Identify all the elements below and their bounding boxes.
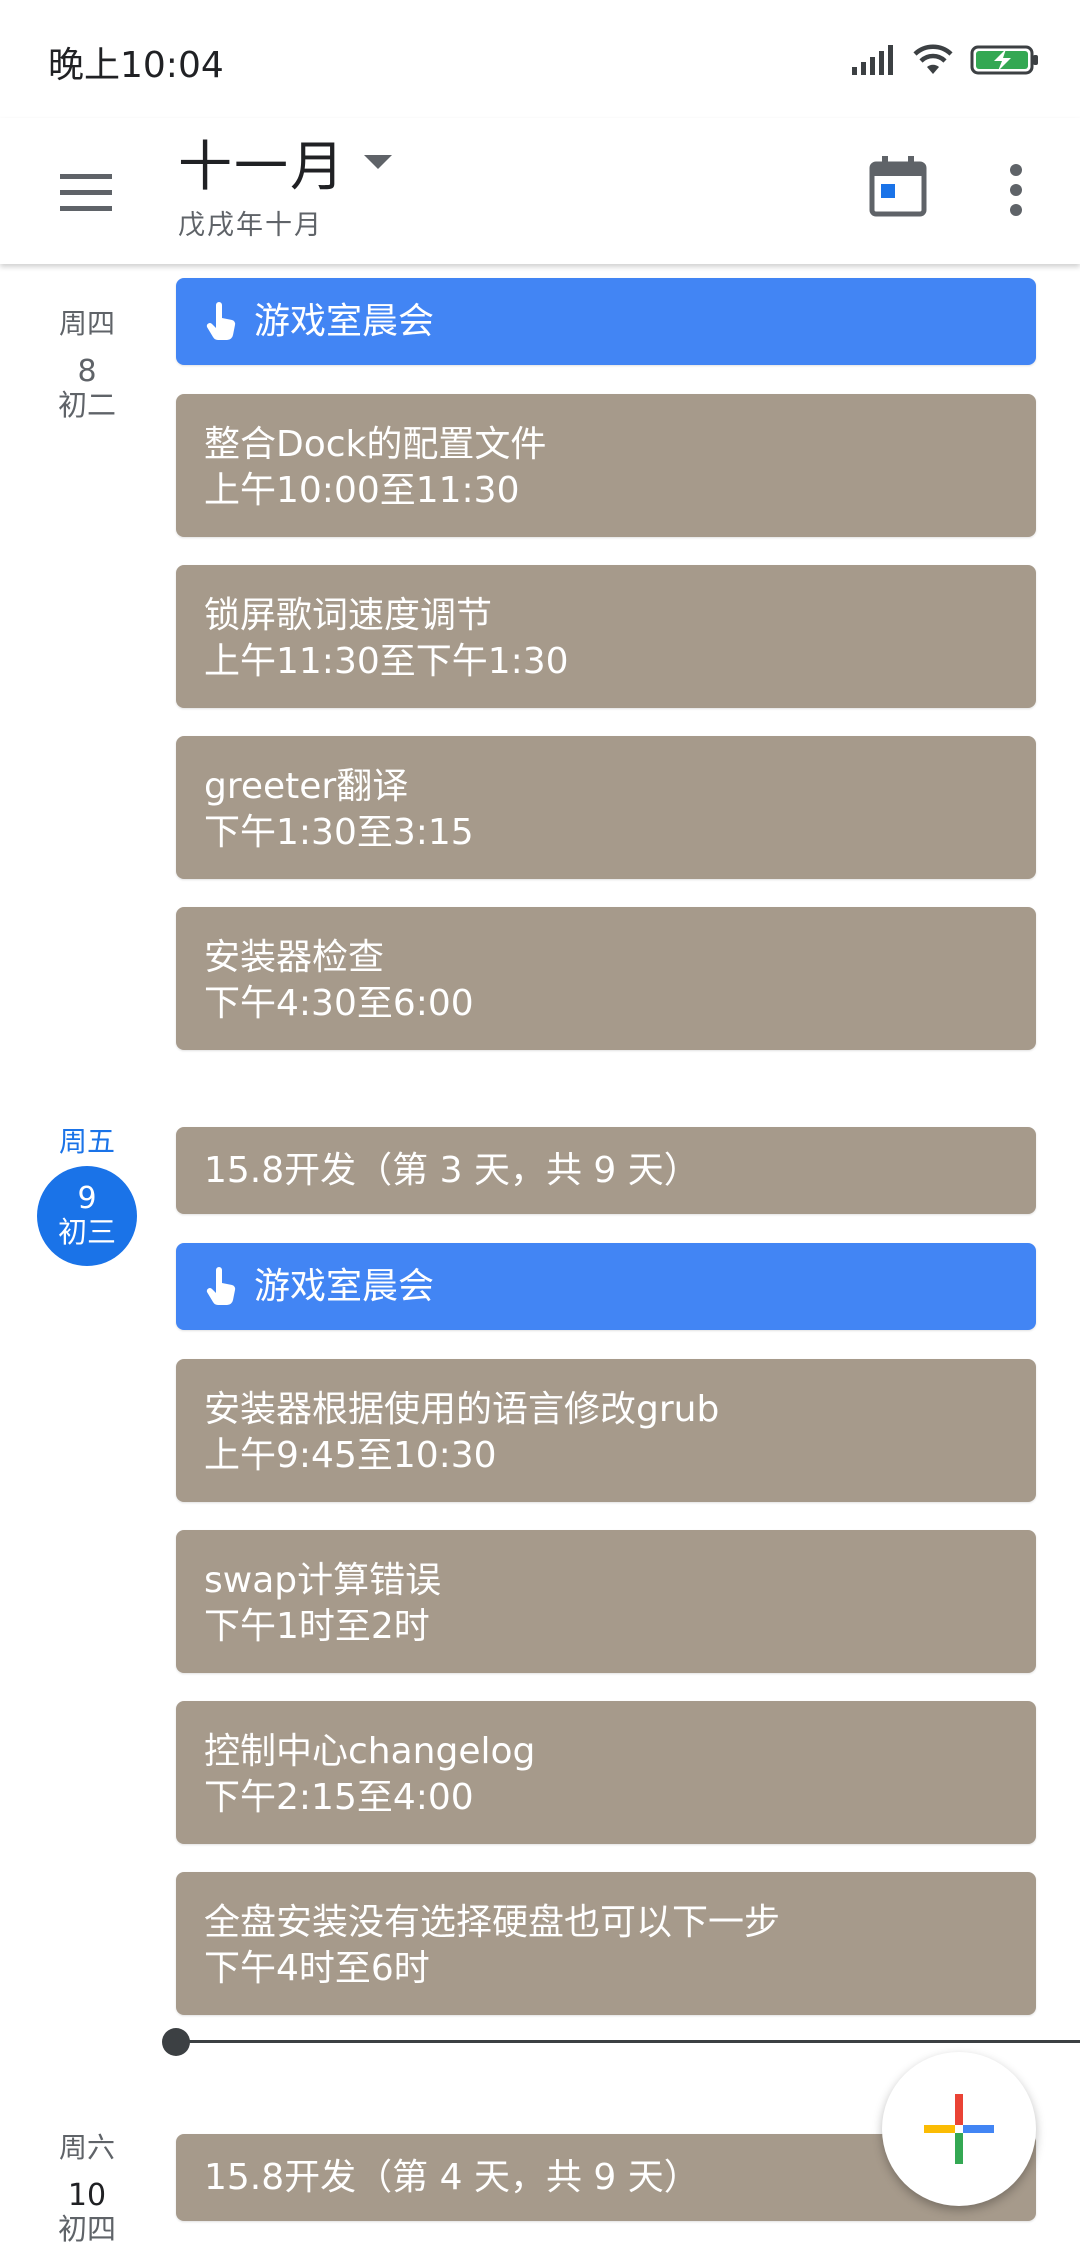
lunar-subtitle: 戊戌年十月 bbox=[178, 210, 323, 241]
today-button[interactable] bbox=[868, 154, 936, 226]
day-label-8[interactable]: 周四 8 初二 bbox=[27, 302, 147, 422]
event-card[interactable]: 15.8开发（第 3 天，共 9 天） bbox=[176, 1127, 1036, 1214]
lunar-date: 初二 bbox=[57, 388, 116, 422]
event-title: 安装器根据使用的语言修改grub bbox=[204, 1389, 720, 1430]
event-card[interactable]: 安装器根据使用的语言修改grub 上午9:45至10:30 bbox=[176, 1359, 1036, 1502]
event-time: 下午4:30至6:00 bbox=[204, 983, 474, 1024]
signal-icon bbox=[852, 45, 893, 75]
month-title: 十一月 bbox=[178, 135, 346, 198]
event-time: 上午10:00至11:30 bbox=[204, 470, 520, 511]
hand-pointer-icon bbox=[206, 1266, 236, 1305]
event-time: 下午2:15至4:00 bbox=[204, 1777, 474, 1818]
event-title: 控制中心changelog bbox=[204, 1731, 536, 1772]
event-time: 上午11:30至下午1:30 bbox=[204, 641, 569, 682]
dropdown-arrow-icon bbox=[364, 154, 392, 169]
more-options-button[interactable] bbox=[998, 158, 1038, 224]
menu-button[interactable] bbox=[50, 162, 126, 222]
date-number: 8 bbox=[77, 354, 97, 389]
event-title: 安装器检查 bbox=[204, 937, 385, 978]
event-title: 锁屏歌词速度调节 bbox=[204, 595, 493, 636]
event-title: 15.8开发（第 3 天，共 9 天） bbox=[204, 1149, 700, 1191]
event-title: 全盘安装没有选择硬盘也可以下一步 bbox=[204, 1902, 781, 1943]
plus-icon bbox=[924, 2094, 994, 2164]
event-card[interactable]: swap计算错误 下午1时至2时 bbox=[176, 1530, 1036, 1673]
event-title: 游戏室晨会 bbox=[254, 300, 435, 342]
event-time: 上午9:45至10:30 bbox=[204, 1435, 497, 1476]
event-title: 游戏室晨会 bbox=[254, 1265, 435, 1307]
month-dropdown[interactable]: 十一月 bbox=[178, 122, 398, 201]
weekday-label: 周四 bbox=[58, 307, 115, 340]
today-date-badge: 9 初三 bbox=[37, 1166, 137, 1266]
event-title: swap计算错误 bbox=[204, 1560, 442, 1601]
event-card[interactable]: 全盘安装没有选择硬盘也可以下一步 下午4时至6时 bbox=[176, 1872, 1036, 2015]
app-bar: 十一月 戊戌年十月 bbox=[0, 118, 1080, 264]
status-bar: 晚上10:04 bbox=[0, 0, 1080, 118]
lunar-date: 初三 bbox=[57, 1215, 116, 1249]
event-card[interactable]: 锁屏歌词速度调节 上午11:30至下午1:30 bbox=[176, 565, 1036, 708]
hamburger-menu-icon bbox=[60, 174, 112, 211]
date-number: 10 bbox=[67, 2178, 107, 2213]
date-number: 9 bbox=[77, 1181, 97, 1216]
current-time-line bbox=[176, 2040, 1080, 2043]
weekday-label: 周五 bbox=[58, 1125, 115, 1158]
schedule-list[interactable]: 周四 8 初二 游戏室晨会 整合Dock的配置文件 上午10:00至11:30 … bbox=[0, 264, 1080, 2248]
event-card[interactable]: greeter翻译 下午1:30至3:15 bbox=[176, 736, 1036, 879]
event-title: 15.8开发（第 4 天，共 9 天） bbox=[204, 2156, 700, 2198]
weekday-label: 周六 bbox=[58, 2131, 115, 2164]
create-event-button[interactable] bbox=[882, 2052, 1036, 2206]
calendar-today-icon bbox=[869, 156, 927, 217]
wifi-icon bbox=[913, 44, 953, 74]
event-time: 下午1时至2时 bbox=[204, 1606, 430, 1647]
event-card[interactable]: 安装器检查 下午4:30至6:00 bbox=[176, 907, 1036, 1050]
event-card[interactable]: 游戏室晨会 bbox=[176, 1243, 1036, 1330]
more-vert-icon bbox=[1010, 164, 1022, 216]
battery-charging-icon bbox=[970, 45, 1038, 75]
event-time: 下午4时至6时 bbox=[204, 1948, 430, 1989]
status-icons bbox=[852, 40, 1040, 80]
lunar-date: 初四 bbox=[57, 2212, 116, 2246]
current-time-dot bbox=[162, 2028, 190, 2056]
event-title: greeter翻译 bbox=[204, 766, 409, 807]
event-title: 整合Dock的配置文件 bbox=[204, 424, 547, 465]
month-selector[interactable]: 十一月 戊戌年十月 bbox=[178, 122, 398, 242]
day-label-10[interactable]: 周六 10 初四 bbox=[27, 2126, 147, 2246]
event-time: 下午1:30至3:15 bbox=[204, 812, 474, 853]
hand-pointer-icon bbox=[206, 301, 236, 340]
event-card[interactable]: 游戏室晨会 bbox=[176, 278, 1036, 365]
event-card[interactable]: 整合Dock的配置文件 上午10:00至11:30 bbox=[176, 394, 1036, 537]
status-time: 晚上10:04 bbox=[48, 45, 224, 86]
day-label-9-today[interactable]: 周五 9 初三 bbox=[27, 1120, 147, 1266]
event-card[interactable]: 控制中心changelog 下午2:15至4:00 bbox=[176, 1701, 1036, 1844]
